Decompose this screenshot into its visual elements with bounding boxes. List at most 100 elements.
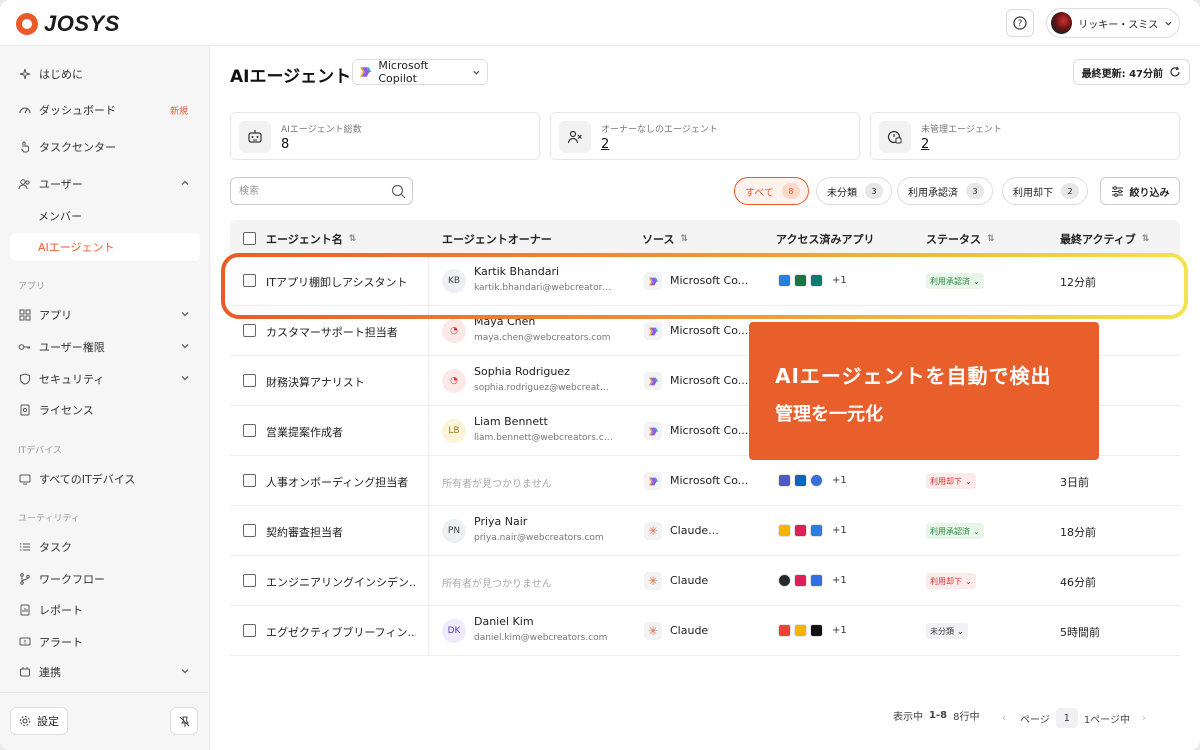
onedrive-icon	[794, 474, 807, 487]
source-select[interactable]: Microsoft Copilot	[352, 59, 488, 85]
unpin-sidebar-button[interactable]	[170, 707, 198, 735]
sidebar-item-label: タスクセンター	[39, 141, 116, 154]
filter-count: 2	[1061, 183, 1079, 199]
next-page-icon[interactable]: ›	[1142, 713, 1146, 724]
refresh-icon	[1170, 66, 1180, 77]
filter-unclassified[interactable]: 未分類 3	[816, 177, 892, 205]
agent-name: 営業提案作成者	[266, 426, 343, 439]
sidebar-item-task-center[interactable]: タスクセンター	[10, 133, 200, 161]
row-checkbox[interactable]	[243, 374, 256, 387]
row-checkbox[interactable]	[243, 324, 256, 337]
owner-warning-icon: ◔	[442, 369, 466, 393]
sidebar-item-label: アラート	[39, 636, 83, 649]
stat-unmanaged-agents[interactable]: 未管理エージェント 2	[870, 112, 1180, 160]
sidebar-item-apps[interactable]: アプリ	[10, 301, 200, 329]
last-update-text: 最終更新: 47分前	[1081, 68, 1163, 80]
status-badge[interactable]: 利用承認済 ⌄	[926, 523, 984, 539]
row-checkbox[interactable]	[243, 524, 256, 537]
sliders-icon	[1111, 185, 1123, 197]
claude-icon: ✳	[644, 522, 662, 540]
filter-count: 3	[865, 183, 883, 199]
column-label: エージェントオーナー	[442, 233, 552, 246]
filter-count: 3	[966, 183, 984, 199]
sidebar-item-getting-started[interactable]: はじめに	[10, 60, 200, 88]
stat-value[interactable]: 2	[601, 137, 609, 152]
chevron-down-icon	[181, 376, 189, 381]
sidebar-item-label: ワークフロー	[39, 573, 105, 586]
column-label: ソース	[642, 233, 675, 246]
owner-avatar: DK	[442, 619, 466, 643]
owner-name: Sophia Rodriguez	[474, 365, 570, 378]
stat-ownerless-agents[interactable]: オーナーなしのエージェント 2	[550, 112, 860, 160]
prev-page-icon[interactable]: ‹	[1002, 713, 1006, 724]
filter-label: 利用承認済	[908, 187, 958, 199]
row-checkbox[interactable]	[243, 424, 256, 437]
sidebar-item-reports[interactable]: レポート	[10, 596, 200, 624]
filter-all[interactable]: すべて 8	[734, 177, 809, 205]
status-badge[interactable]: 未分類 ⌄	[926, 623, 968, 639]
status-badge[interactable]: 利用却下 ⌄	[926, 473, 976, 489]
settings-button[interactable]: 設定	[10, 707, 68, 735]
copilot-icon	[644, 322, 662, 340]
last-update-button[interactable]: 最終更新: 47分前	[1072, 59, 1190, 85]
sidebar-item-label: ライセンス	[39, 404, 94, 417]
row-checkbox[interactable]	[243, 574, 256, 587]
sort-icon: ⇅	[1141, 234, 1150, 244]
current-page[interactable]: 1	[1055, 708, 1078, 728]
gmail-icon	[778, 624, 791, 637]
agent-name: カスタマーサポート担当者	[266, 326, 398, 339]
pagination-controls: ‹ ページ 1 1ページ中 ›	[1002, 708, 1146, 728]
column-last-active[interactable]: 最終アクティブ ⇅	[1060, 231, 1149, 247]
shield-icon	[18, 373, 31, 386]
filter-approved[interactable]: 利用承認済 3	[897, 177, 993, 205]
sidebar-item-integrations[interactable]: 連携	[10, 658, 200, 686]
agent-name: エンジニアリングインシデン...	[266, 576, 416, 589]
sidebar-item-members[interactable]: メンバー	[10, 202, 200, 230]
plug-icon	[18, 666, 31, 679]
slack-icon	[794, 574, 807, 587]
stat-label: AIエージェント総数	[281, 125, 362, 135]
sidebar-item-user-permissions[interactable]: ユーザー権限	[10, 333, 200, 361]
sidebar-item-licenses[interactable]: ライセンス	[10, 396, 200, 424]
sidebar-item-workflows[interactable]: ワークフロー	[10, 565, 200, 593]
select-all-checkbox[interactable]	[243, 232, 256, 245]
last-active: 5時間前	[1060, 626, 1100, 639]
stat-total-agents: AIエージェント総数 8	[230, 112, 540, 160]
apps-more-count: +1	[832, 475, 847, 486]
claude-icon: ✳	[644, 622, 662, 640]
table-row[interactable]: エグゼクティブブリーフィン... DK Daniel Kim daniel.ki…	[230, 606, 1180, 656]
callout-line-1: AIエージェントを自動で検出	[775, 364, 1052, 388]
column-label: ステータス	[926, 233, 981, 246]
table-row[interactable]: 人事オンボーディング担当者 所有者が見つかりません Microsoft Co..…	[230, 456, 1180, 506]
column-status[interactable]: ステータス ⇅	[926, 231, 995, 247]
row-highlight-ring	[221, 253, 1188, 319]
row-checkbox[interactable]	[243, 474, 256, 487]
table-row[interactable]: エンジニアリングインシデン... 所有者が見つかりません ✳ Claude +1…	[230, 556, 1180, 606]
pager-showing: 表示中	[893, 712, 923, 723]
status-badge[interactable]: 利用却下 ⌄	[926, 573, 976, 589]
column-label: エージェント名	[266, 233, 343, 246]
josys-logo[interactable]: JOSYS	[16, 11, 120, 37]
search-input[interactable]	[239, 183, 379, 199]
sidebar-item-label: アプリ	[39, 309, 72, 322]
sidebar-item-tasks[interactable]: タスク	[10, 533, 200, 561]
sidebar-item-all-devices[interactable]: すべてのITデバイス	[10, 465, 200, 493]
user-menu[interactable]: リッキー・スミス	[1046, 8, 1180, 38]
column-source[interactable]: ソース ⇅	[642, 231, 688, 247]
table-row[interactable]: 契約審査担当者 PN Priya Nair priya.nair@webcrea…	[230, 506, 1180, 556]
help-button[interactable]: ?	[1006, 9, 1034, 37]
sidebar-item-security[interactable]: セキュリティ	[10, 365, 200, 393]
column-agent-name[interactable]: エージェント名 ⇅	[266, 231, 356, 247]
sidebar-item-dashboard[interactable]: ダッシュボード 新規	[10, 96, 200, 124]
sidebar-item-alerts[interactable]: アラート	[10, 628, 200, 656]
stat-value[interactable]: 2	[921, 137, 929, 152]
sidebar-item-ai-agents[interactable]: AIエージェント	[10, 233, 200, 261]
stat-value: 8	[281, 137, 290, 152]
filter-rejected[interactable]: 利用却下 2	[1002, 177, 1088, 205]
key-icon	[18, 341, 31, 354]
row-checkbox[interactable]	[243, 624, 256, 637]
filter-button[interactable]: 絞り込み	[1100, 177, 1180, 205]
sidebar-item-users[interactable]: ユーザー	[10, 170, 200, 198]
source-name: Claude	[670, 624, 709, 637]
owner-cell: DK Daniel Kim daniel.kim@webcreators.com	[428, 606, 628, 656]
